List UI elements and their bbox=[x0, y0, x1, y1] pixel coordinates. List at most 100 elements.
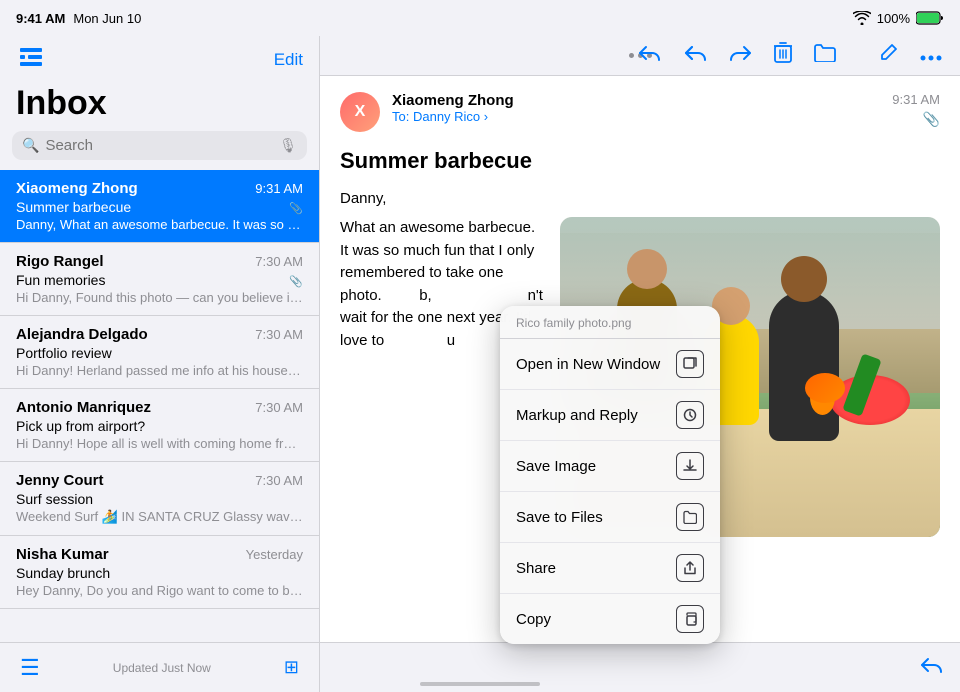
updated-text: Updated Just Now bbox=[44, 661, 280, 675]
email-time-3: 7:30 AM bbox=[255, 327, 303, 342]
email-preview-4: Hi Danny! Hope all is well with coming h… bbox=[16, 436, 303, 451]
email-sender-4: Antonio Manriquez bbox=[16, 399, 151, 416]
email-sender-3: Alejandra Delgado bbox=[16, 326, 148, 343]
search-icon: 🔍 bbox=[22, 137, 39, 154]
email-sender-1: Xiaomeng Zhong bbox=[16, 180, 138, 197]
context-share[interactable]: Share bbox=[500, 543, 720, 594]
dot1 bbox=[629, 53, 634, 58]
sidebar-footer: ☰ Updated Just Now ⊞ bbox=[0, 642, 319, 692]
pepper bbox=[805, 373, 845, 403]
email-sender-5: Jenny Court bbox=[16, 472, 104, 489]
email-time-6: Yesterday bbox=[246, 547, 303, 562]
trash-button[interactable] bbox=[772, 40, 794, 72]
email-list: Xiaomeng Zhong 9:31 AM Summer barbecue 📎… bbox=[0, 170, 319, 642]
battery-percentage: 100% bbox=[877, 11, 910, 26]
email-from-name: Xiaomeng Zhong bbox=[392, 92, 880, 109]
email-preview-2: Hi Danny, Found this photo — can you bel… bbox=[16, 290, 303, 305]
email-item-5[interactable]: Jenny Court 7:30 AM Surf session Weekend… bbox=[0, 462, 319, 536]
email-preview-6: Hey Danny, Do you and Rigo want to come … bbox=[16, 583, 303, 598]
battery-icon bbox=[916, 11, 944, 25]
folder-button[interactable] bbox=[812, 42, 838, 70]
home-indicator bbox=[420, 682, 540, 686]
email-to: To: Danny Rico › bbox=[392, 109, 880, 124]
email-preview-1: Danny, What an awesome barbecue. It was … bbox=[16, 217, 303, 232]
panel-topbar bbox=[320, 36, 960, 76]
email-item-3[interactable]: Alejandra Delgado 7:30 AM Portfolio revi… bbox=[0, 316, 319, 389]
panel-toolbar-right bbox=[636, 36, 944, 75]
email-to-name: Danny Rico bbox=[413, 109, 480, 124]
email-time-5: 7:30 AM bbox=[255, 473, 303, 488]
email-greeting: Danny, bbox=[340, 190, 940, 207]
context-item-label-1: Open in New Window bbox=[516, 356, 660, 373]
context-save-to-files[interactable]: Save to Files bbox=[500, 492, 720, 543]
status-date: Mon Jun 10 bbox=[73, 11, 141, 26]
person3 bbox=[769, 291, 839, 441]
forward-button[interactable] bbox=[728, 41, 754, 71]
sidebar-toggle-button[interactable] bbox=[16, 44, 46, 76]
sidebar: Edit Inbox 🔍 🎙 Xiaomeng Zhong 9:31 AM Su… bbox=[0, 36, 320, 692]
copy-icon bbox=[676, 605, 704, 633]
compose-icon-sidebar[interactable]: ⊞ bbox=[280, 653, 303, 682]
email-item-6[interactable]: Nisha Kumar Yesterday Sunday brunch Hey … bbox=[0, 536, 319, 609]
status-icons: 100% bbox=[853, 11, 944, 26]
email-time-4: 7:30 AM bbox=[255, 400, 303, 415]
email-attachment-flag: 📎 bbox=[923, 111, 940, 128]
email-panel: X Xiaomeng Zhong To: Danny Rico › 9:31 A… bbox=[320, 36, 960, 692]
email-subject-1: Summer barbecue bbox=[16, 199, 131, 215]
context-item-label-5: Share bbox=[516, 560, 556, 577]
filter-button[interactable]: ☰ bbox=[16, 651, 44, 685]
sender-avatar: X bbox=[340, 92, 380, 132]
context-open-new-window[interactable]: Open in New Window bbox=[500, 339, 720, 390]
edit-button[interactable]: Edit bbox=[274, 50, 303, 70]
app-container: Edit Inbox 🔍 🎙 Xiaomeng Zhong 9:31 AM Su… bbox=[0, 36, 960, 692]
more-button[interactable] bbox=[918, 42, 944, 69]
sidebar-header: Edit bbox=[0, 36, 319, 82]
email-time-1: 9:31 AM bbox=[255, 181, 303, 196]
context-filename: Rico family photo.png bbox=[500, 306, 720, 339]
email-item-1[interactable]: Xiaomeng Zhong 9:31 AM Summer barbecue 📎… bbox=[0, 170, 319, 243]
email-received-time: 9:31 AM bbox=[892, 92, 940, 107]
attachment-icon-2: 📎 bbox=[289, 275, 303, 288]
email-preview-3: Hi Danny! Herland passed me info at his … bbox=[16, 363, 303, 378]
email-subject-2: Fun memories bbox=[16, 272, 105, 288]
email-sender-2: Rigo Rangel bbox=[16, 253, 104, 270]
search-input[interactable] bbox=[45, 137, 273, 154]
status-time: 9:41 AM bbox=[16, 11, 65, 26]
save-to-files-icon bbox=[676, 503, 704, 531]
email-subject-5: Surf session bbox=[16, 491, 93, 507]
compose-button[interactable] bbox=[876, 41, 900, 71]
context-markup-reply[interactable]: Markup and Reply bbox=[500, 390, 720, 441]
email-sender-6: Nisha Kumar bbox=[16, 546, 109, 563]
email-meta-right: 9:31 AM 📎 bbox=[892, 92, 940, 128]
email-item-4[interactable]: Antonio Manriquez 7:30 AM Pick up from a… bbox=[0, 389, 319, 462]
email-subject-6: Sunday brunch bbox=[16, 565, 110, 581]
context-item-label-4: Save to Files bbox=[516, 509, 603, 526]
markup-reply-icon bbox=[676, 401, 704, 429]
mic-icon: 🎙 bbox=[279, 137, 297, 154]
context-save-image[interactable]: Save Image bbox=[500, 441, 720, 492]
status-bar: 9:41 AM Mon Jun 10 100% bbox=[0, 0, 960, 36]
reply-all-button[interactable] bbox=[680, 41, 710, 71]
wifi-icon bbox=[853, 11, 871, 25]
email-subject-display: Summer barbecue bbox=[340, 148, 940, 174]
inbox-title: Inbox bbox=[0, 82, 319, 131]
share-icon bbox=[676, 554, 704, 582]
reply-bottom-button[interactable] bbox=[918, 653, 944, 683]
email-preview-5: Weekend Surf 🏄 IN SANTA CRUZ Glassy wave… bbox=[16, 509, 303, 525]
context-copy[interactable]: Copy bbox=[500, 594, 720, 644]
context-menu: Rico family photo.png Open in New Window… bbox=[500, 306, 720, 644]
reply-button[interactable] bbox=[636, 41, 662, 71]
email-meta-info: Xiaomeng Zhong To: Danny Rico › bbox=[392, 92, 880, 124]
email-subject-4: Pick up from airport? bbox=[16, 418, 145, 434]
context-item-label-3: Save Image bbox=[516, 458, 596, 475]
open-new-window-icon bbox=[676, 350, 704, 378]
email-header: X Xiaomeng Zhong To: Danny Rico › 9:31 A… bbox=[340, 92, 940, 132]
email-time-2: 7:30 AM bbox=[255, 254, 303, 269]
email-subject-3: Portfolio review bbox=[16, 345, 112, 361]
search-bar[interactable]: 🔍 🎙 bbox=[12, 131, 307, 160]
attachment-icon-1: 📎 bbox=[289, 202, 303, 215]
email-item-2[interactable]: Rigo Rangel 7:30 AM Fun memories 📎 Hi Da… bbox=[0, 243, 319, 316]
panel-bottom-toolbar bbox=[320, 642, 960, 692]
save-image-icon bbox=[676, 452, 704, 480]
context-item-label-2: Markup and Reply bbox=[516, 407, 638, 424]
